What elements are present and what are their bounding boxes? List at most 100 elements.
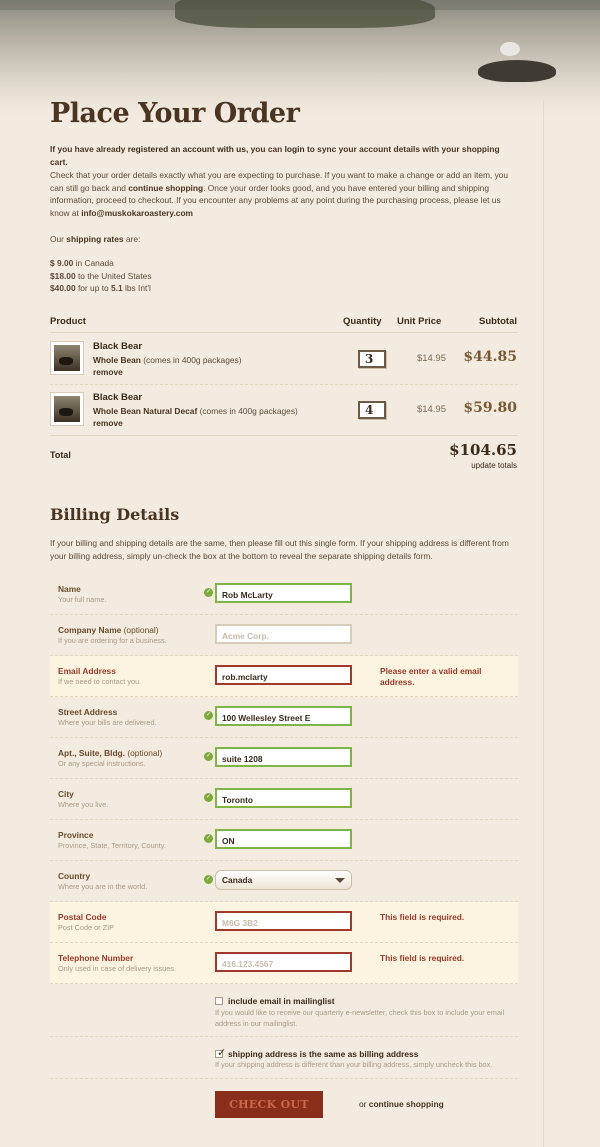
account-text-2: , you can <box>245 144 285 154</box>
field-row-name: Name Your full name. ✓ Rob McLarty <box>50 574 518 615</box>
rate-text: for up to <box>75 283 112 294</box>
same-address-hint: If your shipping address is different th… <box>215 1060 493 1069</box>
field-label: Apt., Suite, Bldg. (optional) <box>58 748 162 758</box>
rate-text: to the United States <box>75 270 152 281</box>
field-row-phone: Telephone Number Only used in case of de… <box>50 943 518 984</box>
same-address-checkbox[interactable]: ✓ <box>215 1047 226 1059</box>
quantity-input[interactable]: 3 <box>358 350 386 368</box>
city-input[interactable]: Toronto <box>215 788 352 808</box>
unit-price: $14.95 <box>416 404 446 415</box>
field-row-province: Province Province, State, Territory, Cou… <box>50 820 518 861</box>
rate-amount: $ 9.00 <box>50 258 74 268</box>
field-hint: Where you are in the world. <box>58 882 148 891</box>
field-label: Postal Code <box>58 912 106 922</box>
rates-text: Our <box>50 234 67 244</box>
field-row-email: Email Address If we need to contact you.… <box>50 656 518 697</box>
field-label: Email Address <box>58 666 116 676</box>
rate-weight: 5.1 <box>111 283 123 294</box>
rock <box>478 60 556 82</box>
account-note: If you have already registered an accoun… <box>50 143 518 168</box>
name-input[interactable]: Rob McLarty <box>215 583 352 603</box>
remove-link[interactable]: remove <box>93 367 123 377</box>
continue-shopping-link[interactable]: continue shopping <box>128 183 203 193</box>
street-input[interactable]: 100 Wellesley Street E <box>215 706 352 726</box>
field-hint: Where your bills are delivered. <box>58 718 157 727</box>
table-header-rule <box>50 332 518 333</box>
error-message: Please enter a valid email address. <box>380 666 482 687</box>
product-thumbnail <box>50 392 84 426</box>
or-text: or <box>359 1099 369 1109</box>
col-unit-price: Unit Price <box>397 316 442 327</box>
col-quantity: Quantity <box>343 316 382 327</box>
field-row-street: Street Address Where your bills are deli… <box>50 697 518 738</box>
login-link[interactable]: login <box>285 144 305 154</box>
variant-name: Whole Bean Natural Decaf <box>93 406 198 416</box>
country-select[interactable]: Canada <box>215 870 352 890</box>
order-total: $104.65 <box>449 441 517 459</box>
field-row-apt: Apt., Suite, Bldg. (optional) Or any spe… <box>50 738 518 779</box>
company-input[interactable]: Acme Corp. <box>215 624 352 644</box>
shipping-rates-link[interactable]: shipping rates <box>66 234 123 244</box>
province-input[interactable]: ON <box>215 829 352 849</box>
quantity-input[interactable]: 4 <box>358 401 386 419</box>
variant-name: Whole Bean <box>93 355 141 365</box>
field-label: Name <box>58 584 81 594</box>
col-product: Product <box>50 316 86 327</box>
valid-check-icon: ✓ <box>204 834 213 843</box>
island-trees <box>175 0 435 28</box>
field-label: Company Name (optional) <box>58 625 159 635</box>
billing-intro: If your billing and shipping details are… <box>50 538 509 561</box>
unit-price: $14.95 <box>416 353 446 364</box>
label-text: Telephone Number <box>58 953 134 963</box>
continue-shopping-link-bottom[interactable]: continue shopping <box>369 1099 444 1109</box>
cart-row: Black Bear Whole Bean Natural Decaf (com… <box>50 390 518 438</box>
label-text: Company Name <box>58 625 122 635</box>
label-text: Street Address <box>58 707 118 717</box>
rate-text: in Canada <box>73 258 114 268</box>
col-subtotal: Subtotal <box>479 316 517 327</box>
field-row-country: Country Where you are in the world. ✓ Ca… <box>50 861 518 902</box>
product-name: Black Bear <box>93 341 143 352</box>
rate-us: $18.00 to the United States <box>50 270 152 283</box>
register-link[interactable]: registered an account with us <box>128 144 246 154</box>
field-row-postal: Postal Code Post Code or ZIP M6G 3B2 Thi… <box>50 902 518 943</box>
shipping-rates-list: $ 9.00 in Canada $18.00 to the United St… <box>50 257 152 295</box>
mailinglist-hint: If you would like to receive our quarter… <box>215 1008 505 1028</box>
telephone-input[interactable]: 416.123.4567 <box>215 952 352 972</box>
rate-intl: $40.00 for up to 5.1 lbs Int'l <box>50 282 152 295</box>
product-thumbnail <box>50 341 84 375</box>
valid-check-icon: ✓ <box>204 588 213 597</box>
checkmark-icon: ✓ <box>217 1047 227 1059</box>
label-text: Province <box>58 830 94 840</box>
apt-input[interactable]: suite 1208 <box>215 747 352 767</box>
line-subtotal: $44.85 <box>463 349 517 365</box>
line-subtotal: $59.80 <box>463 400 517 416</box>
postal-code-input[interactable]: M6G 3B2 <box>215 911 352 931</box>
shipping-rates-intro: Our shipping rates are: <box>50 233 140 246</box>
field-label: Country <box>58 871 90 881</box>
field-hint: If you are ordering for a business. <box>58 636 167 645</box>
checkout-button[interactable]: CHECK OUT <box>215 1091 323 1118</box>
row-divider <box>50 1078 518 1079</box>
variant-note: (comes in 400g packages) <box>140 355 242 365</box>
same-address-label[interactable]: shipping address is the same as billing … <box>228 1049 418 1059</box>
label-text: Postal Code <box>58 912 107 922</box>
email-input[interactable]: rob.mclarty <box>215 665 352 685</box>
cart-row: Black Bear Whole Bean (comes in 400g pac… <box>50 339 518 387</box>
remove-link[interactable]: remove <box>93 418 123 428</box>
total-label: Total <box>50 450 71 460</box>
seagull <box>500 42 520 56</box>
chevron-down-icon <box>335 878 345 883</box>
label-text: Country <box>58 871 91 881</box>
valid-check-icon: ✓ <box>204 793 213 802</box>
update-totals-link[interactable]: update totals <box>410 461 517 470</box>
mailinglist-checkbox[interactable] <box>215 997 223 1005</box>
page-title: Place Your Order <box>50 98 300 129</box>
product-name: Black Bear <box>93 392 143 403</box>
field-row-city: City Where you live. ✓ Toronto <box>50 779 518 820</box>
email-link[interactable]: info@muskokaroastery.com <box>81 208 193 218</box>
mailinglist-label[interactable]: include email in mailinglist <box>228 996 335 1006</box>
row-divider <box>50 1036 518 1037</box>
error-message: This field is required. <box>380 953 465 963</box>
valid-check-icon: ✓ <box>204 711 213 720</box>
